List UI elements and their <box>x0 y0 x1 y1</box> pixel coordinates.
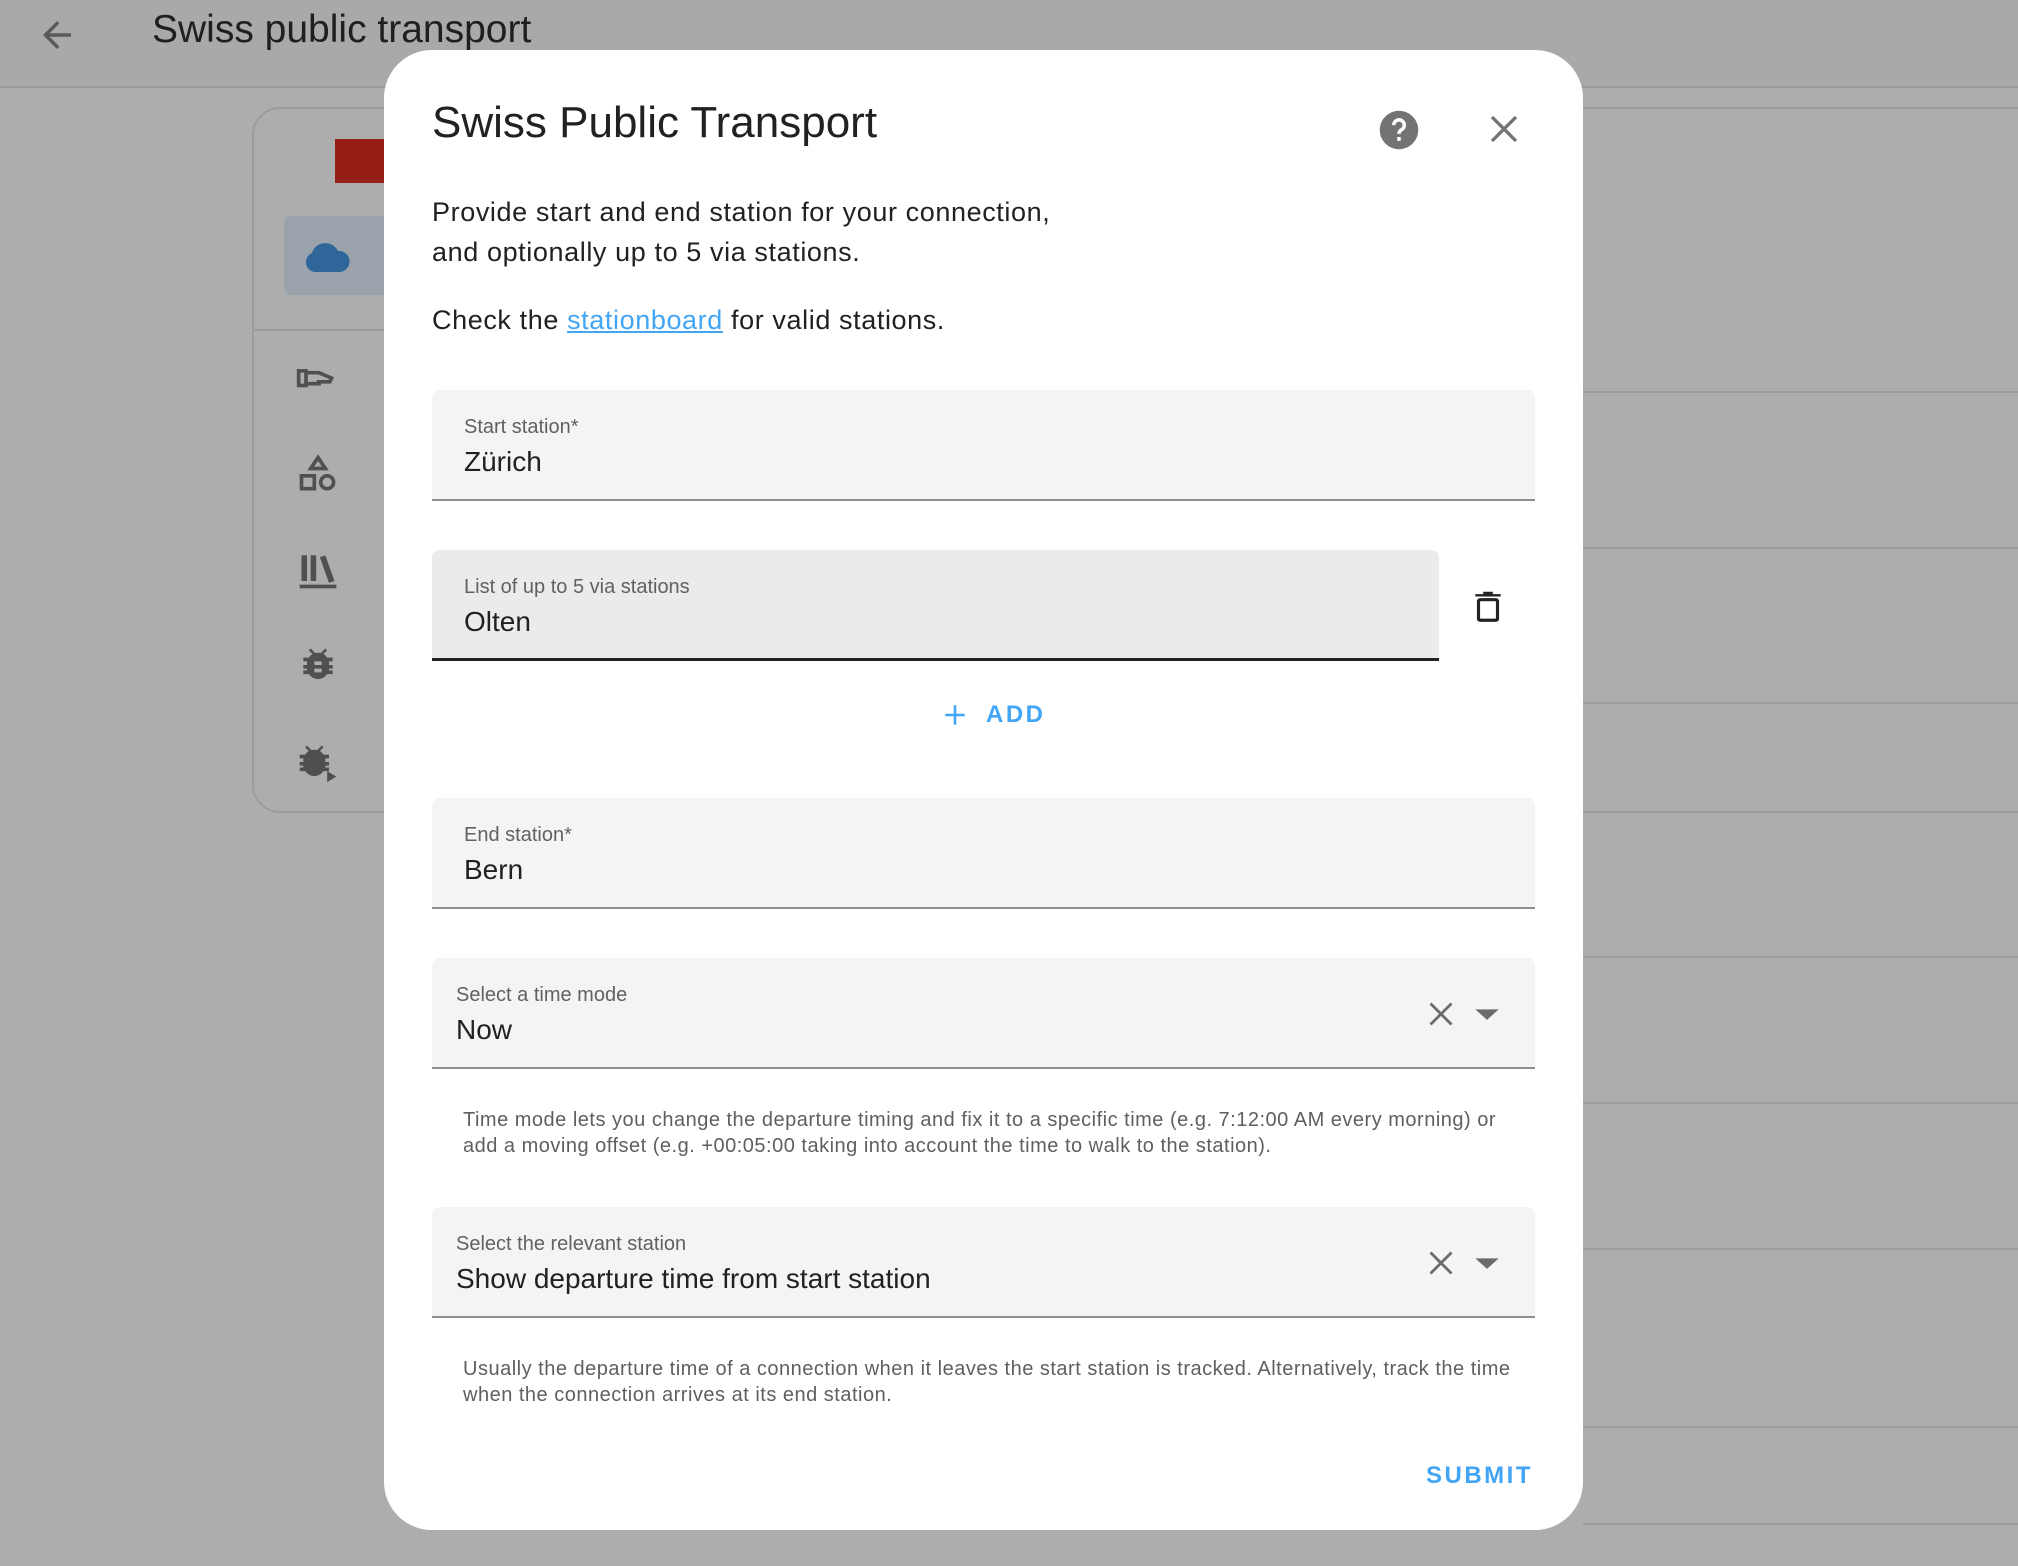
field-label: Select a time mode <box>456 984 628 1006</box>
end-station-field[interactable]: End station* Bern <box>432 798 1535 909</box>
via-station-field[interactable]: List of up to 5 via stations Olten <box>432 550 1439 661</box>
cloud-icon <box>305 243 350 272</box>
field-value: Bern <box>464 854 524 885</box>
hand-icon <box>296 369 335 388</box>
card-divider <box>252 329 402 331</box>
add-via-button[interactable]: ADD <box>942 695 1046 735</box>
library-icon <box>299 555 337 589</box>
shapes-icon <box>299 454 336 491</box>
plus-icon <box>945 705 965 725</box>
config-flow-dialog: Swiss Public Transport Provide start and… <box>384 50 1583 1530</box>
field-label: Select the relevant station <box>456 1233 687 1255</box>
stationboard-link[interactable]: stationboard <box>567 305 723 335</box>
field-value: Now <box>456 1014 513 1045</box>
stationboard-hint: Check the stationboard for valid station… <box>432 305 945 336</box>
back-arrow-icon[interactable] <box>36 14 78 56</box>
divider <box>1583 811 2018 813</box>
relevant-station-select[interactable]: Select the relevant station Show departu… <box>432 1207 1535 1318</box>
start-station-field[interactable]: Start station* Zürich <box>432 390 1535 501</box>
relevant-station-helper: Usually the departure time of a connecti… <box>463 1358 1511 1406</box>
description-line: Provide start and end station for your c… <box>432 197 1051 227</box>
field-label: Start station* <box>464 416 579 438</box>
description-line: and optionally up to 5 via stations. <box>432 237 861 267</box>
dialog-title: Swiss Public Transport <box>432 98 878 147</box>
divider <box>1583 1426 2018 1428</box>
divider <box>1583 547 2018 549</box>
divider <box>1583 391 2018 393</box>
divider <box>1583 1523 2018 1525</box>
time-mode-helper: Time mode lets you change the departure … <box>463 1109 1497 1157</box>
clear-icon[interactable] <box>1427 1000 1455 1028</box>
dropdown-arrow-icon[interactable] <box>1473 1006 1501 1022</box>
divider <box>1583 107 2018 109</box>
divider <box>1583 956 2018 958</box>
field-label: List of up to 5 via stations <box>464 576 690 598</box>
add-label: ADD <box>986 701 1046 728</box>
bug-icon <box>303 648 333 680</box>
field-value: Zürich <box>464 446 542 477</box>
field-label: End station* <box>464 824 572 846</box>
page-title: Swiss public transport <box>152 8 532 51</box>
submit-button[interactable]: SUBMIT <box>1426 1462 1533 1490</box>
bug-play-icon <box>299 745 337 783</box>
hint-suffix: for valid stations. <box>731 305 945 335</box>
hint-prefix: Check the <box>432 305 559 335</box>
divider <box>1583 702 2018 704</box>
time-mode-select[interactable]: Select a time mode Now <box>432 958 1535 1069</box>
help-icon[interactable] <box>1378 109 1420 151</box>
field-value: Olten <box>464 606 531 637</box>
divider <box>1583 1102 2018 1104</box>
clear-icon[interactable] <box>1427 1249 1455 1277</box>
close-icon[interactable] <box>1486 111 1522 147</box>
field-value: Show departure time from start station <box>456 1263 931 1294</box>
dropdown-arrow-icon[interactable] <box>1473 1255 1501 1271</box>
delete-icon[interactable] <box>1469 586 1507 626</box>
divider <box>1583 1248 2018 1250</box>
